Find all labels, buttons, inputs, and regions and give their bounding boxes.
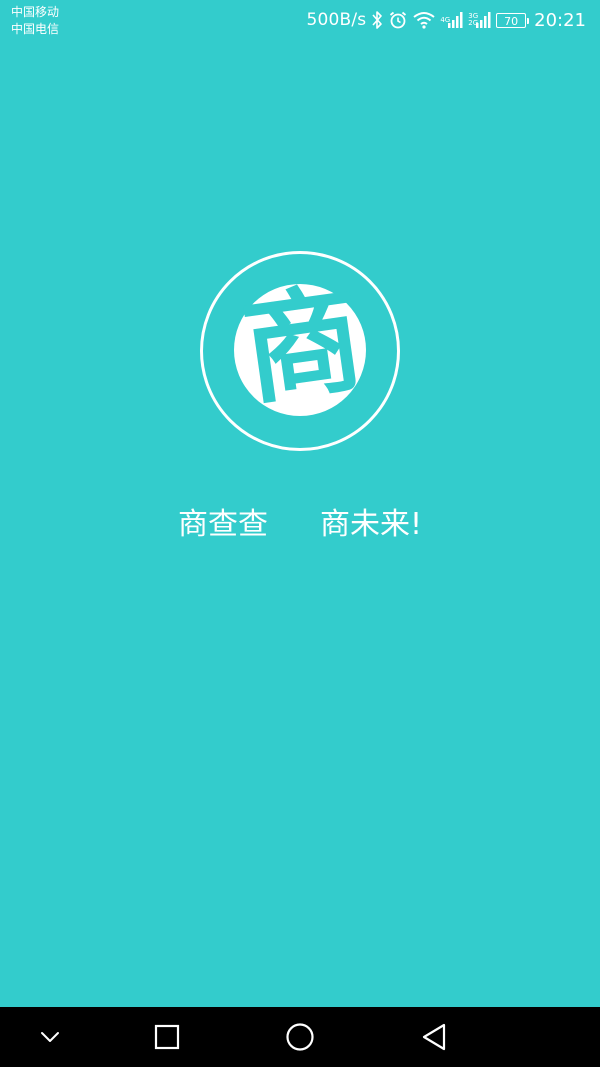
carrier-info: 中国移动 中国电信 [11, 4, 59, 38]
app-logo: 商 [234, 267, 372, 422]
home-icon[interactable] [280, 1017, 320, 1057]
battery-level: 70 [504, 14, 519, 28]
status-bar: 中国移动 中国电信 500B/s 4G 3G 2G 70 20:21 [0, 0, 600, 42]
slogan-right: 商未来! [319, 507, 423, 542]
status-indicators: 500B/s 4G 3G 2G 70 20:21 [306, 6, 586, 34]
navigation-bar [0, 1007, 600, 1067]
hide-keyboard-icon[interactable] [30, 1017, 70, 1057]
wifi-icon [413, 11, 435, 29]
bluetooth-icon [371, 10, 383, 30]
carrier-2: 中国电信 [11, 22, 60, 36]
carrier-1: 中国移动 [11, 5, 60, 19]
splash-screen: 中国移动 中国电信 500B/s 4G 3G 2G 70 20:21 商 商查查… [0, 0, 600, 1067]
slogan: 商查查 商未来! [0, 503, 600, 547]
net-speed: 500B/s [306, 10, 367, 30]
back-icon[interactable] [414, 1017, 454, 1057]
signal-3g-2g-icon: 3G 2G [468, 11, 491, 29]
slogan-left: 商查查 [177, 507, 268, 542]
battery-icon: 70 [496, 12, 530, 28]
signal-4g-icon: 4G [440, 11, 463, 29]
recents-icon[interactable] [147, 1017, 187, 1057]
alarm-icon [388, 10, 408, 30]
clock: 20:21 [534, 9, 586, 31]
